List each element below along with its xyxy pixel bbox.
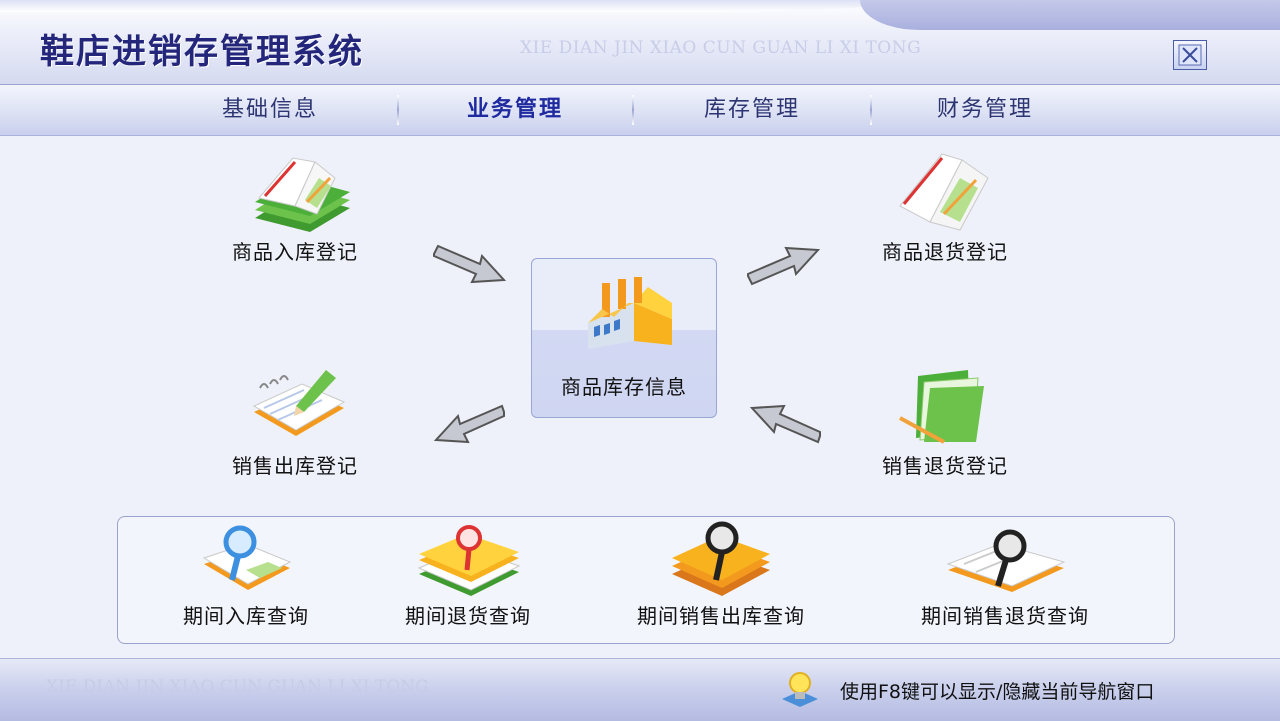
query-inbound[interactable]: 期间入库查询	[146, 524, 346, 629]
query-label: 期间入库查询	[183, 604, 309, 628]
green-folder-icon	[899, 370, 984, 444]
magnifier-book-icon	[202, 525, 292, 590]
notepad-pencil-icon	[252, 370, 346, 436]
close-button[interactable]	[1173, 40, 1207, 70]
menu-separator	[397, 95, 399, 125]
green-book-icon	[255, 157, 350, 232]
arrow-right-up-icon	[747, 246, 820, 286]
status-hint: 使用F8键可以显示/隐藏当前导航窗口	[840, 681, 1155, 703]
query-label: 期间销售出库查询	[637, 604, 805, 628]
factory-icon	[588, 277, 672, 349]
menu-item-finance[interactable]: 财务管理	[885, 85, 1085, 135]
query-label: 期间退货查询	[405, 604, 531, 628]
arrow-left-down-icon	[433, 404, 505, 444]
query-label: 期间销售退货查询	[921, 604, 1089, 628]
module-goods-in[interactable]: 商品入库登记	[205, 148, 385, 265]
module-label: 商品入库登记	[232, 240, 358, 264]
lightbulb-icon	[782, 672, 818, 707]
status-bar: XIE DIAN JIN XIAO CUN GUAN LI XI TONG 使用…	[0, 658, 1280, 721]
module-label: 商品退货登记	[882, 240, 1008, 264]
magnifier-book-icon	[417, 525, 521, 596]
module-label: 销售出库登记	[232, 454, 358, 478]
module-sales-out[interactable]: 销售出库登记	[205, 362, 385, 479]
open-book-icon	[899, 153, 989, 231]
magnifier-book-icon	[672, 521, 770, 596]
module-goods-return[interactable]: 商品退货登记	[855, 148, 1035, 265]
module-label: 销售退货登记	[882, 454, 1008, 478]
menu-bar: 基础信息 业务管理 库存管理 财务管理	[0, 85, 1280, 136]
query-sales-return[interactable]: 期间销售退货查询	[890, 524, 1120, 629]
title-swoosh	[0, 0, 900, 12]
menu-item-business[interactable]: 业务管理	[415, 85, 615, 135]
arrow-left-up-icon	[749, 404, 821, 444]
title-bar: 鞋店进销存管理系统 XIE DIAN JIN XIAO CUN GUAN LI …	[0, 0, 1280, 85]
status-watermark: XIE DIAN JIN XIAO CUN GUAN LI XI TONG	[46, 677, 429, 697]
query-return[interactable]: 期间退货查询	[368, 524, 568, 629]
module-label: 商品库存信息	[561, 375, 687, 399]
query-sales-out[interactable]: 期间销售出库查询	[606, 520, 836, 629]
module-sales-return[interactable]: 销售退货登记	[855, 362, 1035, 479]
menu-item-inventory[interactable]: 库存管理	[652, 85, 852, 135]
app-title: 鞋店进销存管理系统	[40, 32, 364, 72]
module-stock-info[interactable]: 商品库存信息	[531, 258, 717, 418]
menu-separator	[632, 95, 634, 125]
menu-separator	[870, 95, 872, 125]
magnifier-book-icon	[946, 529, 1066, 592]
arrow-right-down-icon	[433, 244, 506, 284]
title-watermark: XIE DIAN JIN XIAO CUN GUAN LI XI TONG	[520, 38, 922, 58]
menu-item-basic-info[interactable]: 基础信息	[170, 85, 370, 135]
close-icon	[1178, 44, 1202, 66]
title-tab-shape	[860, 0, 1280, 30]
